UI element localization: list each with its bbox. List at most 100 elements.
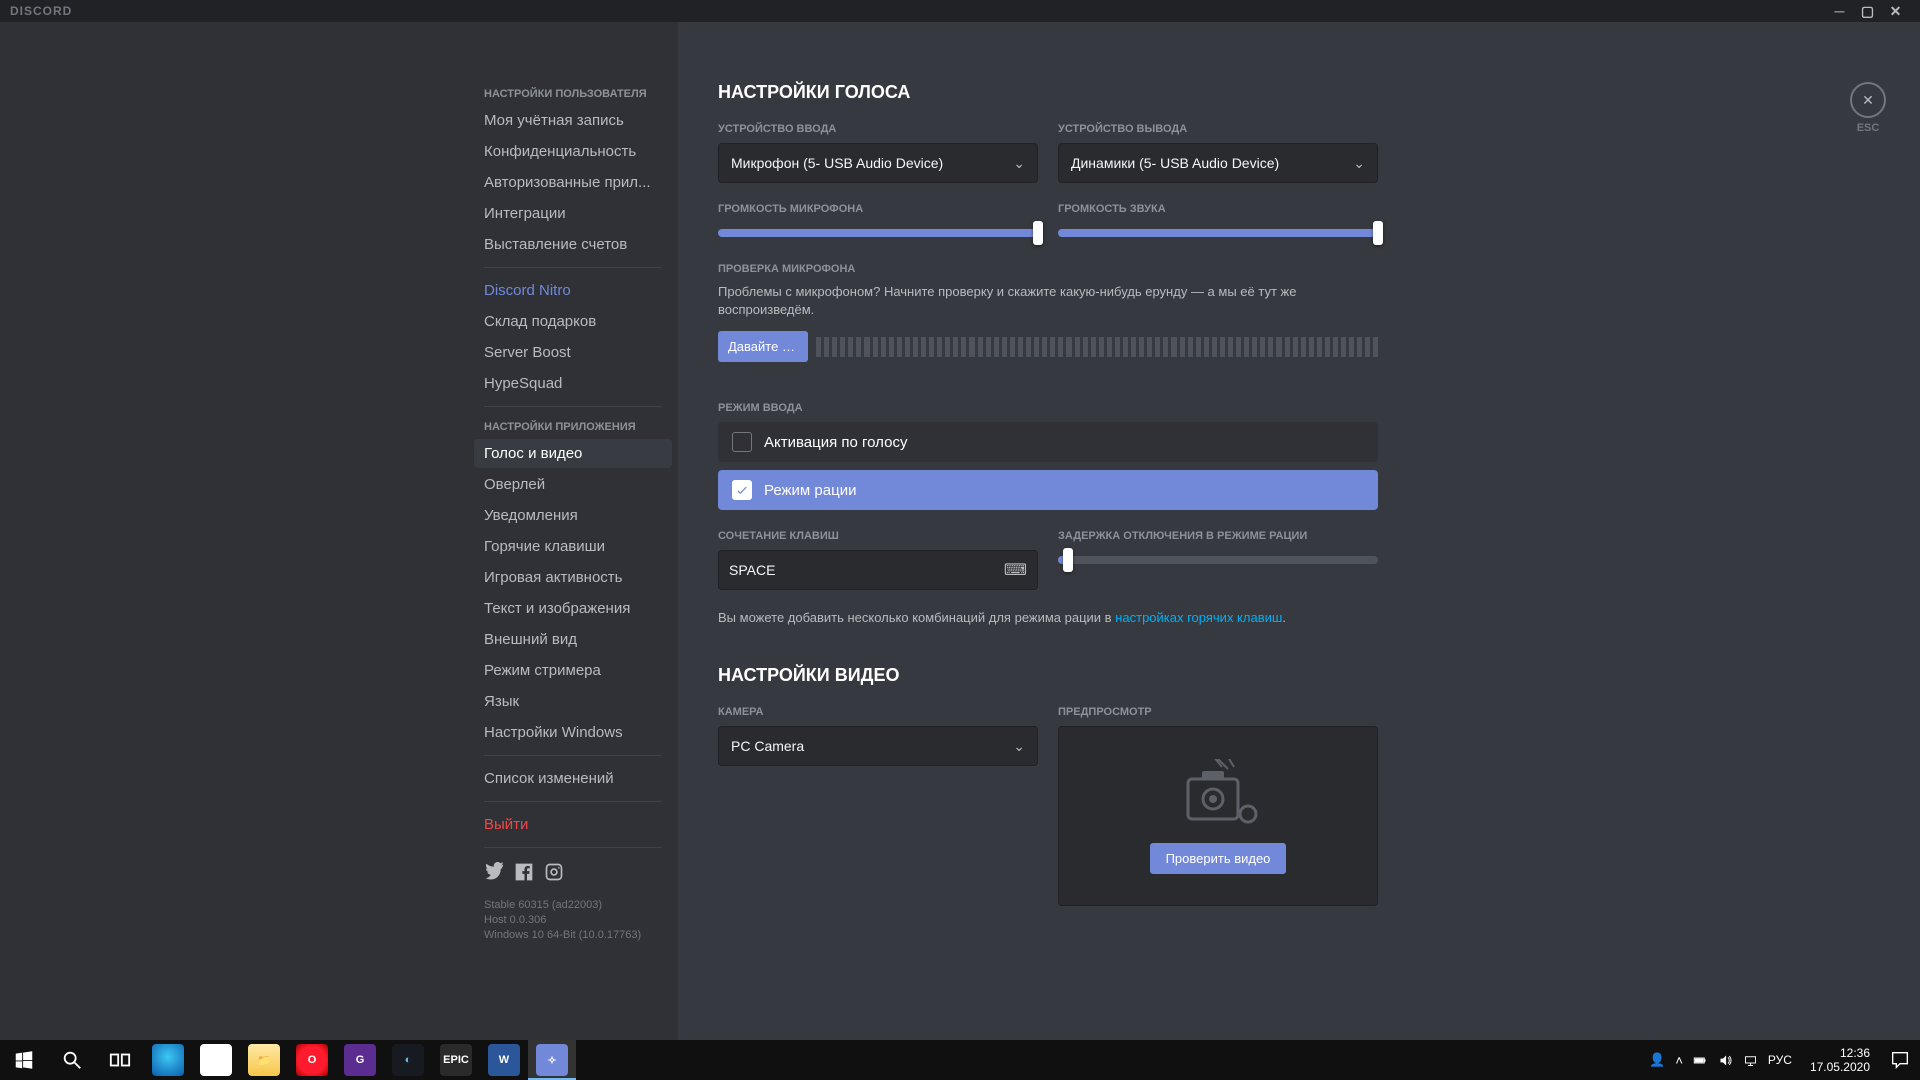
input-volume-slider[interactable] — [718, 223, 1038, 243]
sidebar-item-notifications[interactable]: Уведомления — [474, 501, 672, 530]
input-device-value: Микрофон (5- USB Audio Device) — [731, 155, 943, 171]
settings-content: НАСТРОЙКИ ГОЛОСА УСТРОЙСТВО ВВОДА Микроф… — [678, 22, 1840, 1040]
twitter-icon[interactable] — [484, 862, 504, 882]
chevron-down-icon: ⌄ — [1013, 155, 1025, 172]
notification-icon — [1889, 1049, 1911, 1071]
taskbar-app-opera[interactable]: O — [288, 1040, 336, 1080]
taskbar-app-epic[interactable]: EPIC — [432, 1040, 480, 1080]
video-section-title: НАСТРОЙКИ ВИДЕО — [718, 665, 1378, 686]
search-icon — [61, 1049, 83, 1071]
sidebar-item-server-boost[interactable]: Server Boost — [474, 338, 672, 367]
sidebar-item-overlay[interactable]: Оверлей — [474, 470, 672, 499]
window-minimize-button[interactable]: ─ — [1826, 3, 1854, 19]
voice-section-title: НАСТРОЙКИ ГОЛОСА — [718, 82, 1378, 103]
sidebar-item-authorized-apps[interactable]: Авторизованные прил... — [474, 168, 672, 197]
sidebar-item-streamer-mode[interactable]: Режим стримера — [474, 656, 672, 685]
ptt-delay-slider[interactable] — [1058, 550, 1378, 570]
taskbar-app-steam[interactable]: ◐ — [384, 1040, 432, 1080]
input-volume-label: ГРОМКОСТЬ МИКРОФОНА — [718, 203, 1038, 215]
close-settings-button[interactable]: ✕ — [1850, 82, 1886, 118]
input-device-select[interactable]: Микрофон (5- USB Audio Device) ⌄ — [718, 143, 1038, 183]
sidebar-item-text-images[interactable]: Текст и изображения — [474, 594, 672, 623]
taskbar-app-explorer[interactable]: 📁 — [240, 1040, 288, 1080]
sidebar-item-language[interactable]: Язык — [474, 687, 672, 716]
output-volume-label: ГРОМКОСТЬ ЗВУКА — [1058, 203, 1378, 215]
taskbar-clock[interactable]: 12:36 17.05.2020 — [1800, 1046, 1880, 1074]
input-device-label: УСТРОЙСТВО ВВОДА — [718, 123, 1038, 135]
camera-illustration-icon — [1158, 759, 1278, 829]
mictest-button[interactable]: Давайте пр... — [718, 331, 808, 362]
output-device-select[interactable]: Динамики (5- USB Audio Device) ⌄ — [1058, 143, 1378, 183]
start-button[interactable] — [0, 1040, 48, 1080]
ptt-shortcut-value: SPACE — [729, 562, 775, 578]
camera-label: КАМЕРА — [718, 706, 1038, 718]
volume-icon[interactable] — [1718, 1053, 1733, 1068]
sidebar-item-privacy[interactable]: Конфиденциальность — [474, 137, 672, 166]
sidebar-item-hypesquad[interactable]: HypeSquad — [474, 369, 672, 398]
mictest-hint: Проблемы с микрофоном? Начните проверку … — [718, 283, 1378, 319]
task-view-button[interactable] — [96, 1040, 144, 1080]
camera-value: PC Camera — [731, 738, 804, 754]
inputmode-voice-activity[interactable]: Активация по голосу — [718, 422, 1378, 462]
sidebar-item-voice-video[interactable]: Голос и видео — [474, 439, 672, 468]
version-line: Host 0.0.306 — [484, 913, 662, 928]
inputmode-voice-label: Активация по голосу — [764, 434, 907, 451]
settings-close-column: ✕ ESC — [1840, 22, 1920, 1040]
window-maximize-button[interactable]: ▢ — [1854, 3, 1882, 20]
battery-icon[interactable] — [1693, 1053, 1708, 1068]
taskbar-app-discord[interactable]: ✧ — [528, 1040, 576, 1080]
facebook-icon[interactable] — [514, 862, 534, 882]
instagram-icon[interactable] — [544, 862, 564, 882]
search-button[interactable] — [48, 1040, 96, 1080]
sidebar-item-account[interactable]: Моя учётная запись — [474, 106, 672, 135]
windows-icon — [13, 1049, 35, 1071]
sidebar-item-game-activity[interactable]: Игровая активность — [474, 563, 672, 592]
sidebar-item-billing[interactable]: Выставление счетов — [474, 230, 672, 259]
version-line: Windows 10 64-Bit (10.0.17763) — [484, 928, 662, 943]
left-gutter — [0, 22, 460, 1040]
shortcut-label: СОЧЕТАНИЕ КЛАВИШ — [718, 530, 1038, 542]
sidebar-item-windows[interactable]: Настройки Windows — [474, 718, 672, 747]
app-title: DISCORD — [10, 4, 72, 18]
shortcut-hint-text-b: . — [1282, 610, 1286, 625]
sidebar-header-user: НАСТРОЙКИ ПОЛЬЗОВАТЕЛЯ — [474, 82, 672, 106]
network-icon[interactable] — [1743, 1053, 1758, 1068]
windows-taskbar: 🛍 📁 O G ◐ EPIC W ✧ 👤 ˄ РУС 12:36 17.05.2… — [0, 1040, 1920, 1080]
chevron-down-icon: ⌄ — [1353, 155, 1365, 172]
sidebar-item-gift-inventory[interactable]: Склад подарков — [474, 307, 672, 336]
keybind-settings-link[interactable]: настройках горячих клавиш — [1115, 610, 1282, 625]
inputmode-push-to-talk[interactable]: Режим рации — [718, 470, 1378, 510]
taskbar-time: 12:36 — [1810, 1046, 1870, 1060]
chevron-down-icon: ⌄ — [1013, 738, 1025, 755]
ptt-shortcut-field[interactable]: SPACE ⌨ — [718, 550, 1038, 590]
sidebar-item-nitro[interactable]: Discord Nitro — [474, 276, 672, 305]
sidebar-item-appearance[interactable]: Внешний вид — [474, 625, 672, 654]
output-volume-slider[interactable] — [1058, 223, 1378, 243]
language-indicator[interactable]: РУС — [1768, 1053, 1792, 1067]
keyboard-icon: ⌨ — [1004, 560, 1027, 580]
taskbar-app-gog[interactable]: G — [336, 1040, 384, 1080]
mictest-label: ПРОВЕРКА МИКРОФОНА — [718, 263, 1378, 275]
system-tray: 👤 ˄ РУС — [1641, 1052, 1800, 1068]
tray-chevron-up-icon[interactable]: ˄ — [1675, 1053, 1683, 1068]
taskview-icon — [109, 1049, 131, 1071]
taskbar-app-store[interactable]: 🛍 — [192, 1040, 240, 1080]
checkbox-icon — [732, 432, 752, 452]
mic-level-meter — [816, 337, 1378, 357]
test-video-button[interactable]: Проверить видео — [1150, 843, 1287, 874]
sidebar-item-keybinds[interactable]: Горячие клавиши — [474, 532, 672, 561]
taskbar-app-word[interactable]: W — [480, 1040, 528, 1080]
camera-select[interactable]: PC Camera ⌄ — [718, 726, 1038, 766]
output-device-label: УСТРОЙСТВО ВЫВОДА — [1058, 123, 1378, 135]
people-icon[interactable]: 👤 — [1649, 1052, 1665, 1068]
taskbar-app-edge[interactable] — [144, 1040, 192, 1080]
sidebar-item-changelog[interactable]: Список изменений — [474, 764, 672, 793]
sidebar-item-logout[interactable]: Выйти — [474, 810, 672, 839]
settings-sidebar: НАСТРОЙКИ ПОЛЬЗОВАТЕЛЯ Моя учётная запис… — [460, 22, 678, 1040]
taskbar-date: 17.05.2020 — [1810, 1060, 1870, 1074]
close-esc-label: ESC — [1840, 122, 1896, 134]
action-center-button[interactable] — [1880, 1040, 1920, 1080]
shortcut-hint-text-a: Вы можете добавить несколько комбинаций … — [718, 610, 1115, 625]
sidebar-item-connections[interactable]: Интеграции — [474, 199, 672, 228]
window-close-button[interactable]: ✕ — [1882, 3, 1910, 20]
